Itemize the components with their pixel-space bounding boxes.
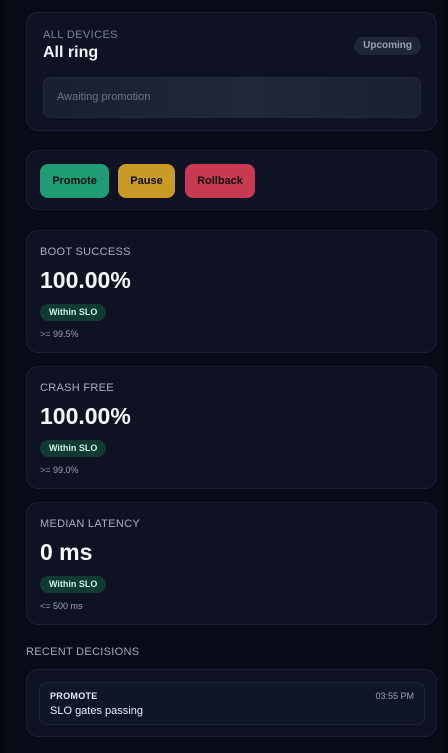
slo-threshold: <= 500 ms xyxy=(40,601,83,611)
ring-title: All ring xyxy=(43,44,99,61)
promotion-status-bar: Awaiting promotion xyxy=(43,77,421,118)
promote-button[interactable]: Promote xyxy=(40,164,109,198)
metric-value: 100.00% xyxy=(40,267,131,293)
metric-value: 100.00% xyxy=(40,403,131,429)
device-scope-label: ALL DEVICES xyxy=(43,29,118,41)
pause-button[interactable]: Pause xyxy=(118,164,175,198)
recent-decisions-card: PROMOTE 03:55 PM SLO gates passing xyxy=(26,669,437,737)
metric-label: MEDIAN LATENCY xyxy=(40,518,140,530)
slo-status-badge: Within SLO xyxy=(40,304,107,321)
decision-timestamp: 03:55 PM xyxy=(375,691,414,701)
metric-card-boot-success: BOOT SUCCESS 100.00% Within SLO >= 99.5% xyxy=(26,230,437,353)
status-badge: Upcoming xyxy=(354,37,421,55)
device-ring-card: ALL DEVICES All ring Upcoming Awaiting p… xyxy=(26,12,437,131)
promotion-status-text: Awaiting promotion xyxy=(57,91,151,103)
metric-label: CRASH FREE xyxy=(40,382,114,394)
slo-threshold: >= 99.0% xyxy=(40,465,79,475)
actions-card: Promote Pause Rollback xyxy=(26,150,437,210)
metric-label: BOOT SUCCESS xyxy=(40,246,131,258)
recent-decisions-heading: RECENT DECISIONS xyxy=(26,646,140,658)
decision-reason: SLO gates passing xyxy=(50,705,143,717)
slo-threshold: >= 99.5% xyxy=(40,329,79,339)
metric-card-median-latency: MEDIAN LATENCY 0 ms Within SLO <= 500 ms xyxy=(26,502,437,625)
rollout-panel: ALL DEVICES All ring Upcoming Awaiting p… xyxy=(0,0,448,753)
rollback-button[interactable]: Rollback xyxy=(185,164,255,198)
decision-action: PROMOTE xyxy=(50,691,98,701)
metric-value: 0 ms xyxy=(40,539,93,565)
decision-list-item: PROMOTE 03:55 PM SLO gates passing xyxy=(39,682,425,725)
slo-status-badge: Within SLO xyxy=(40,576,107,593)
metric-card-crash-free: CRASH FREE 100.00% Within SLO >= 99.0% xyxy=(26,366,437,489)
slo-status-badge: Within SLO xyxy=(40,440,107,457)
